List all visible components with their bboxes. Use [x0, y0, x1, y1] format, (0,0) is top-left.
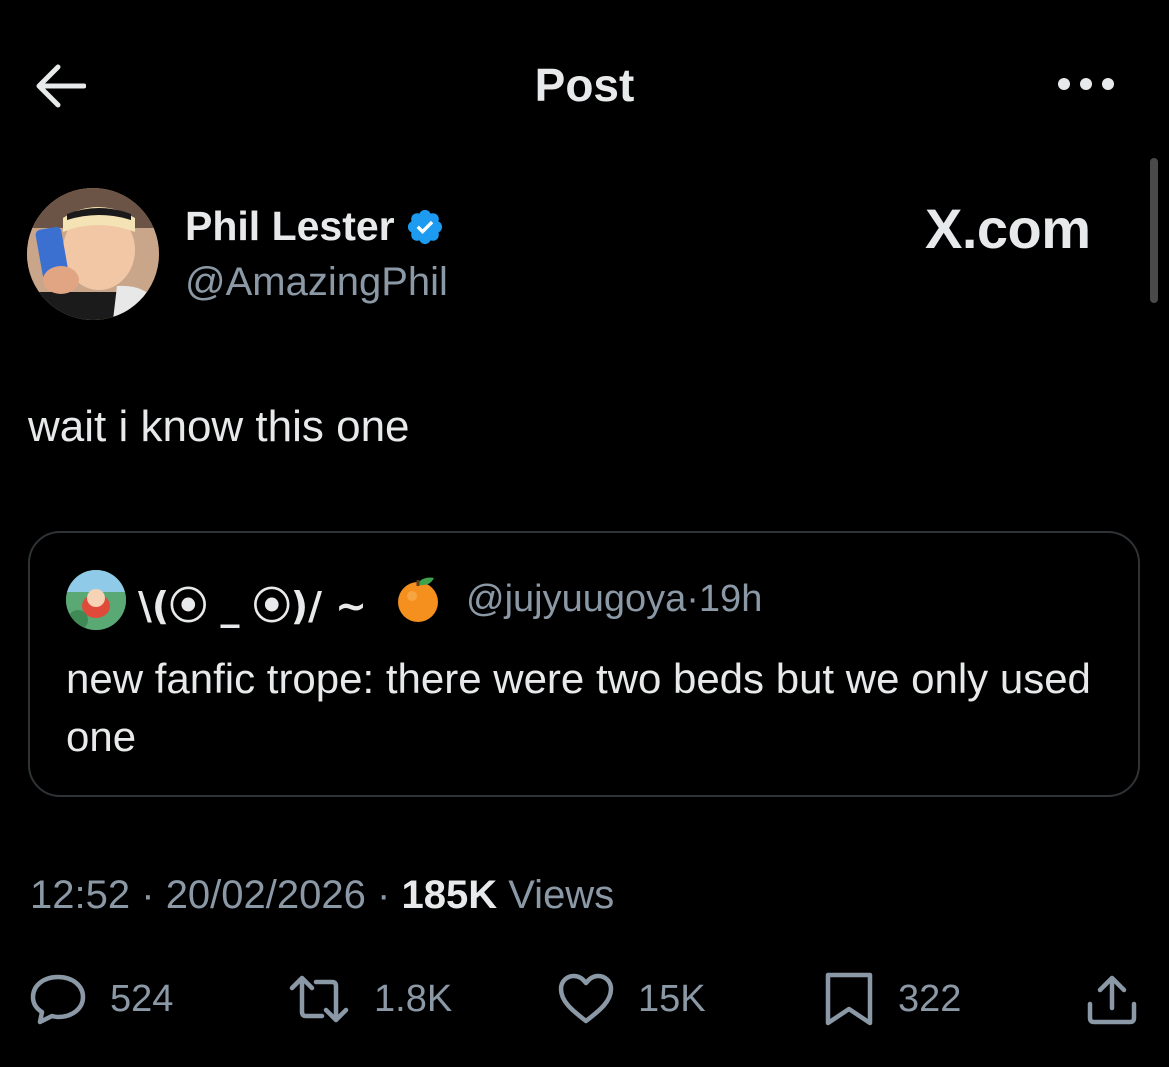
- meta-separator: ·: [141, 873, 155, 917]
- back-arrow-icon: [36, 64, 86, 108]
- reply-icon: [30, 974, 86, 1025]
- share-button[interactable]: [1084, 972, 1140, 1026]
- avatar-photo: [27, 188, 159, 320]
- verified-badge-icon: [407, 209, 442, 244]
- more-icon: [1058, 78, 1114, 90]
- views-count[interactable]: 185K: [401, 873, 497, 917]
- author-name-row[interactable]: Phil Lester: [185, 203, 445, 250]
- watermark: X.com: [925, 197, 1091, 260]
- views-label[interactable]: Views: [508, 873, 614, 917]
- author-avatar[interactable]: [27, 188, 159, 320]
- quote-handle[interactable]: @jujyuugoya: [466, 578, 686, 620]
- quote-avatar[interactable]: [66, 570, 126, 630]
- repost-button[interactable]: 1.8K: [286, 972, 452, 1026]
- meta-separator: ·: [377, 873, 391, 917]
- quote-text: new fanfic trope: there were two beds bu…: [66, 655, 1091, 760]
- tweet-text: wait i know this one: [28, 402, 410, 451]
- author-name[interactable]: Phil Lester: [185, 203, 395, 250]
- quote-avatar-image: [66, 570, 126, 630]
- quote-meta: @jujyuugoya·19h: [466, 578, 762, 621]
- bookmark-icon: [825, 972, 873, 1026]
- back-button[interactable]: [30, 58, 90, 114]
- bookmark-button[interactable]: 322: [822, 972, 961, 1026]
- post-date[interactable]: 20/02/2026: [166, 873, 366, 917]
- like-icon: [558, 973, 614, 1024]
- post-meta-row: 12:52 · 20/02/2026 · 185K Views: [30, 873, 614, 918]
- page-title: Post: [534, 59, 635, 111]
- like-count: 15K: [638, 977, 706, 1020]
- quote-separator: ·: [686, 578, 699, 620]
- quote-author-name[interactable]: \(⦿ _ ⦿)/ ~: [138, 575, 367, 630]
- scrollbar[interactable]: [1150, 158, 1158, 303]
- repost-count: 1.8K: [374, 977, 453, 1020]
- orange-emoji-icon: [398, 577, 438, 622]
- author-handle[interactable]: @AmazingPhil: [185, 260, 448, 305]
- quote-age[interactable]: 19h: [699, 578, 762, 620]
- bookmark-count: 322: [898, 977, 962, 1020]
- share-icon: [1087, 975, 1137, 1025]
- like-button[interactable]: 15K: [556, 972, 706, 1026]
- repost-icon: [289, 975, 349, 1023]
- more-options-button[interactable]: [1050, 62, 1122, 106]
- reply-button[interactable]: 524: [28, 972, 173, 1026]
- reply-count: 524: [110, 977, 174, 1020]
- post-time[interactable]: 12:52: [30, 873, 130, 917]
